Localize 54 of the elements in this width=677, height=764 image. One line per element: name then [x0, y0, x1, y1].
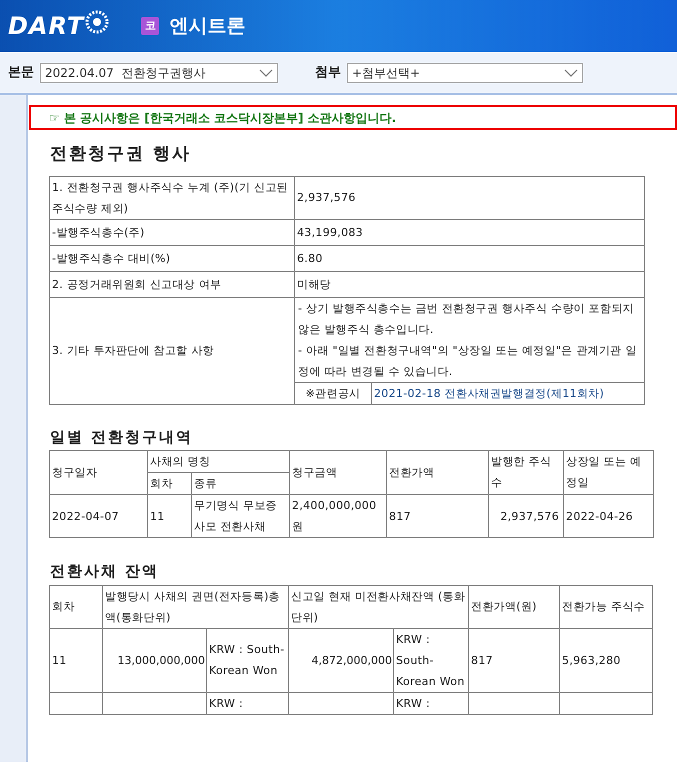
table-cell: 2. 공정거래위원회 신고대상 여부 [50, 271, 294, 297]
table-cell: KRW : [394, 692, 469, 714]
note-text: - 상기 발행주식총수는 금번 전환청구권 행사주식 수량이 포함되지 않은 발행주식 총수입니다. [298, 300, 635, 338]
table-cell: KRW : South-Korean Won [206, 628, 289, 692]
table-cell: 전환가액(원) [468, 585, 560, 628]
chevron-down-icon [259, 68, 273, 76]
table-cell: 2022-04-26 [564, 494, 654, 538]
table-cell: 전환가능 주식수 [560, 585, 652, 628]
field-label: 첨부 [315, 64, 341, 82]
section-title: 전환사채 잔액 [50, 561, 160, 582]
table-cell: 817 [386, 494, 489, 538]
table-cell: KRW : [206, 692, 289, 714]
table-cell: 43,199,083 [294, 219, 644, 245]
table-cell: 2,400,000,000원 [290, 494, 387, 538]
table-cell: 11 [50, 628, 102, 692]
table-cell: 4,872,000,000 [288, 628, 394, 692]
table-cell: 발행당시 사채의 권면(전자등록)총액(통화단위) [102, 585, 289, 628]
logo-text: DART [8, 11, 84, 42]
field-label: 본문 [8, 64, 34, 82]
table-cell: 회차 [148, 472, 192, 494]
table-cell: 6.80 [294, 245, 644, 271]
table-cell: 청구일자 [50, 450, 148, 494]
table-cell: 2,937,576 [488, 494, 564, 538]
company-badge: 코 [141, 17, 160, 35]
table-cell: 사채의 명칭 [148, 450, 290, 472]
table-cell: 전환가액 [386, 450, 489, 494]
sunburst-logo-icon [85, 10, 110, 34]
table-cell: 2,937,576 [294, 176, 644, 219]
table-cell: 신고일 현재 미전환사채잔액 (통화단위) [288, 585, 469, 628]
table-cell: 발행한 주식수 [488, 450, 564, 494]
table-cell: -발행주식총수 대비(%) [50, 245, 294, 271]
document-select[interactable]: +첨부선택+ [347, 62, 583, 82]
table-cell: 1. 전환청구권 행사주식수 누계 (주)(기 신고된 주식수량 제외) [50, 176, 294, 219]
notice-banner: ☞ 본 공시사항은 [한국거래소 코스닥시장본부] 소관사항입니다. [29, 105, 677, 130]
chevron-down-icon [564, 68, 578, 76]
table-cell: 817 [468, 628, 560, 692]
section-title: 일별 전환청구내역 [50, 426, 194, 448]
table-cell: 무기명식 무보증 사모 전환사채 [192, 494, 290, 538]
table-cell: 청구금액 [290, 450, 387, 494]
note-text: - 아래 "일별 전환청구내역"의 "상장일 또는 예정일"은 관계기관 일정에 따라 변경될 수 있습니다. [298, 342, 638, 380]
company-name: 엔시트론 [169, 14, 246, 39]
table-cell: 2022-04-07 [50, 494, 148, 538]
table-cell: 3. 기타 투자판단에 참고할 사항 [50, 297, 294, 404]
table-cell: KRW : South-Korean Won [394, 628, 469, 692]
document-select[interactable]: 2022.04.07 전환청구권행사 [40, 62, 278, 82]
table-cell: 상장일 또는 예정일 [564, 450, 654, 494]
table-cell: 미해당 [294, 271, 644, 297]
section-title: 전환청구권 행사 [50, 143, 192, 166]
table-cell: 회차 [50, 585, 102, 628]
table-cell: 5,963,280 [560, 628, 652, 692]
table-cell: 11 [148, 494, 192, 538]
table-cell: 13,000,000,000 [102, 628, 206, 692]
table-cell: ※관련공시 [294, 382, 372, 404]
table-cell: -발행주식총수(주) [50, 219, 294, 245]
